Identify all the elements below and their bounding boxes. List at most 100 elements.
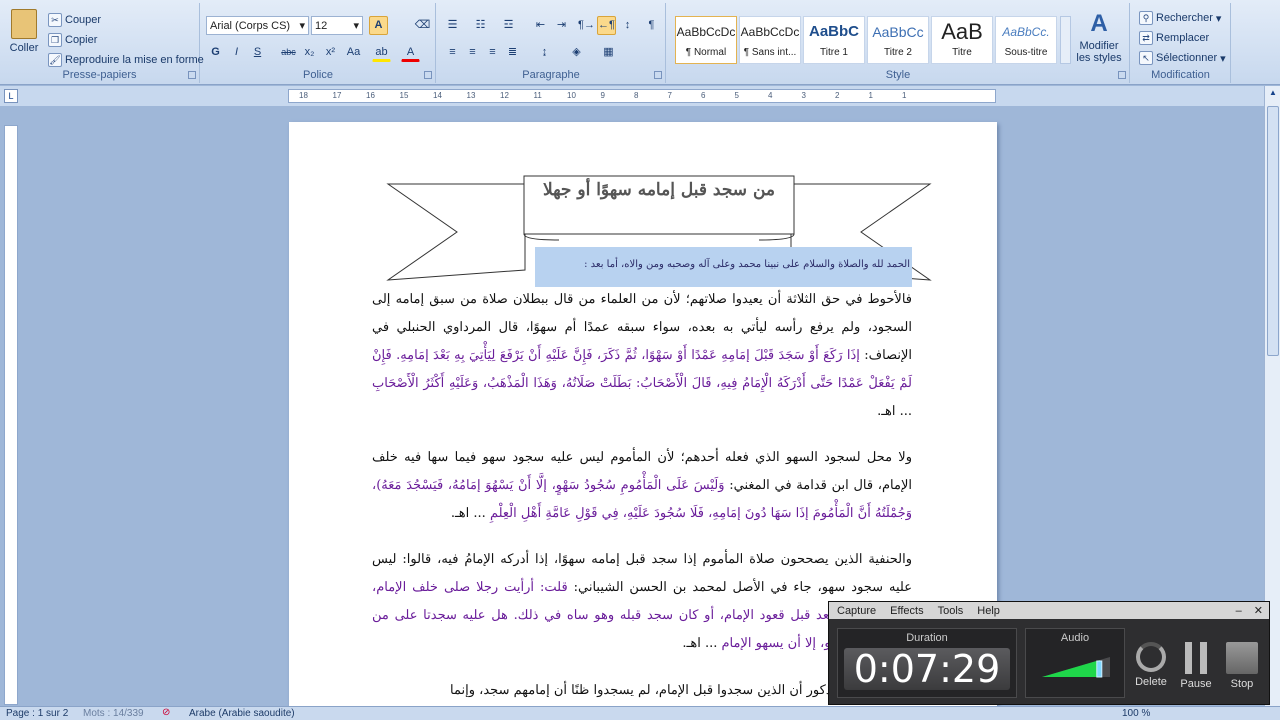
intro-line-selected[interactable]: الحمد لله والصلاة والسلام على نبينا محمد… — [535, 247, 912, 287]
copy-button[interactable]: ❐ Copier — [48, 33, 97, 47]
align-right-button[interactable]: ≡ — [483, 43, 502, 62]
vertical-ruler[interactable] — [4, 125, 18, 705]
cursor-icon: ↖ — [1139, 51, 1153, 65]
shading-button[interactable]: ◈ — [567, 43, 586, 62]
paragraph-2[interactable]: ولا محل لسجود السهو الذي فعله أحدهم؛ لأن… — [372, 444, 912, 528]
style-normal[interactable]: AaBbCcDc ¶ Normal — [675, 16, 737, 64]
style-sample: AaBbCcDc — [676, 25, 736, 39]
rtl-button[interactable]: ←¶ — [597, 16, 616, 35]
italic-button[interactable]: I — [227, 43, 246, 62]
menu-effects[interactable]: Effects — [890, 605, 923, 617]
justify-button[interactable]: ≣ — [503, 43, 522, 62]
copy-icon: ❐ — [48, 33, 62, 47]
spelling-icon[interactable]: ⊘ — [162, 707, 170, 718]
language-indicator[interactable]: Arabe (Arabie saoudite) — [189, 708, 295, 719]
font-name-combo[interactable]: Arial (Corps CS) ▾ — [206, 16, 309, 35]
stop-icon — [1226, 642, 1258, 674]
ruler-tick-label: 9 — [600, 91, 605, 100]
sort-button[interactable]: ↕ — [618, 16, 637, 35]
numbering-button[interactable]: ☷ — [471, 16, 490, 35]
ltr-button[interactable]: ¶→ — [577, 16, 596, 35]
find-label: Rechercher — [1156, 12, 1213, 24]
select-button[interactable]: ↖ Sélectionner ▾ — [1139, 51, 1226, 65]
font-launcher[interactable] — [424, 71, 432, 79]
paragraph-1[interactable]: فالأحوط في حق الثلاثة أن يعيدوا صلاتهم؛ … — [372, 286, 912, 426]
style-title[interactable]: AaB Titre — [931, 16, 993, 64]
align-left-button[interactable]: ≡ — [443, 43, 462, 62]
clipboard-launcher[interactable] — [188, 71, 196, 79]
paste-button[interactable]: Coller — [6, 9, 42, 54]
cut-button[interactable]: ✂ Couper — [48, 13, 101, 27]
style-name: Titre 2 — [884, 47, 912, 58]
menu-tools[interactable]: Tools — [938, 605, 964, 617]
font-color-button[interactable]: A — [401, 43, 420, 62]
increase-indent-button[interactable]: ⇥ — [552, 16, 571, 35]
style-no-spacing[interactable]: AaBbCcDc ¶ Sans int... — [739, 16, 801, 64]
subscript-button[interactable]: x₂ — [300, 43, 319, 62]
paragraph-group-label: Paragraphe — [522, 69, 580, 81]
scroll-thumb[interactable] — [1267, 106, 1279, 356]
clear-format-button[interactable]: ⌫ — [413, 16, 432, 35]
dropdown-icon: ▾ — [299, 20, 305, 32]
recorder-menu: Capture Effects Tools Help – ✕ — [829, 602, 1269, 619]
change-styles-label: Modifier les styles — [1076, 40, 1122, 64]
ruler-tick-label: 14 — [433, 91, 442, 100]
duration-panel: Duration 0:07:29 — [837, 628, 1017, 698]
style-heading2[interactable]: AaBbCc Titre 2 — [867, 16, 929, 64]
align-center-button[interactable]: ≡ — [463, 43, 482, 62]
bullets-button[interactable]: ☰ — [443, 16, 462, 35]
page-count[interactable]: Page : 1 sur 2 — [6, 708, 68, 719]
multilevel-list-button[interactable]: ☲ — [499, 16, 518, 35]
delete-button[interactable]: Delete — [1131, 642, 1171, 688]
style-sample: AaBbC — [808, 23, 859, 40]
style-subtitle[interactable]: AaBbCc. Sous-titre — [995, 16, 1057, 64]
highlight-button[interactable]: ab — [372, 43, 391, 62]
ruler-tick-label: 5 — [734, 91, 739, 100]
find-button[interactable]: ⚲ Rechercher ▾ — [1139, 11, 1221, 25]
pause-button[interactable]: Pause — [1176, 642, 1216, 690]
editing-group: ⚲ Rechercher ▾ ⇄ Remplacer ↖ Sélectionner ▾ M… — [1131, 3, 1231, 83]
audio-meter[interactable] — [1042, 655, 1110, 679]
paragraph-2-end: ... اهـ. — [450, 506, 486, 521]
change-styles-button[interactable]: A Modifier les styles — [1074, 11, 1124, 65]
ruler-tick-label: 13 — [466, 91, 476, 100]
menu-help[interactable]: Help — [977, 605, 1000, 617]
style-name: Titre — [952, 47, 972, 58]
minimize-icon[interactable]: – — [1236, 605, 1242, 617]
menu-capture[interactable]: Capture — [837, 605, 876, 617]
show-marks-button[interactable]: ¶ — [642, 16, 661, 35]
underline-button[interactable]: S — [248, 43, 267, 62]
superscript-button[interactable]: x² — [321, 43, 340, 62]
replace-button[interactable]: ⇄ Remplacer — [1139, 31, 1209, 45]
strikethrough-button[interactable]: abc — [279, 43, 298, 62]
font-group: Arial (Corps CS) ▾ 12 ▾ A ⌫ G I S abc x₂ x… — [201, 3, 436, 83]
paragraph-launcher[interactable] — [654, 71, 662, 79]
stop-button[interactable]: Stop — [1222, 642, 1262, 690]
style-name: ¶ Sans int... — [743, 47, 797, 58]
change-case-button[interactable]: Aa — [344, 43, 363, 62]
bold-button[interactable]: G — [206, 43, 225, 62]
word-count[interactable]: Mots : 14/339 — [83, 708, 144, 719]
clipboard-group-label: Presse-papiers — [62, 69, 137, 81]
close-icon[interactable]: ✕ — [1254, 604, 1263, 617]
horizontal-ruler[interactable]: 18 17 16 15 14 13 12 11 10 9 8 7 6 5 4 3 2 1 1 — [288, 89, 996, 103]
ruler-tick-label: 2 — [835, 91, 840, 100]
borders-button[interactable]: ▦ — [599, 43, 618, 62]
ruler-ticks: 18 17 16 15 14 13 12 11 10 9 8 7 6 5 4 3 2 1 1 — [289, 90, 995, 102]
ruler-tick-label: 8 — [634, 91, 639, 100]
clipboard-group: Coller ✂ Couper ❐ Copier 🖌 Reproduire la mi… — [0, 3, 204, 83]
style-name: ¶ Normal — [685, 47, 727, 58]
format-painter-button[interactable]: 🖌 Reproduire la mise en forme — [48, 53, 204, 67]
zoom-level[interactable]: 100 % — [1122, 708, 1150, 719]
grow-font-button[interactable]: A — [369, 16, 388, 35]
styles-group-label: Style — [885, 69, 911, 81]
tab-selector[interactable]: L — [4, 89, 18, 103]
decrease-indent-button[interactable]: ⇤ — [531, 16, 550, 35]
style-heading1[interactable]: AaBbC Titre 1 — [803, 16, 865, 64]
ruler-tick-label: 1 — [868, 91, 873, 100]
styles-scroll[interactable] — [1060, 16, 1071, 64]
styles-launcher[interactable] — [1118, 71, 1126, 79]
line-spacing-button[interactable]: ↨ — [535, 43, 554, 62]
scroll-up-arrow[interactable]: ▲ — [1267, 88, 1279, 102]
font-size-combo[interactable]: 12 ▾ — [311, 16, 363, 35]
